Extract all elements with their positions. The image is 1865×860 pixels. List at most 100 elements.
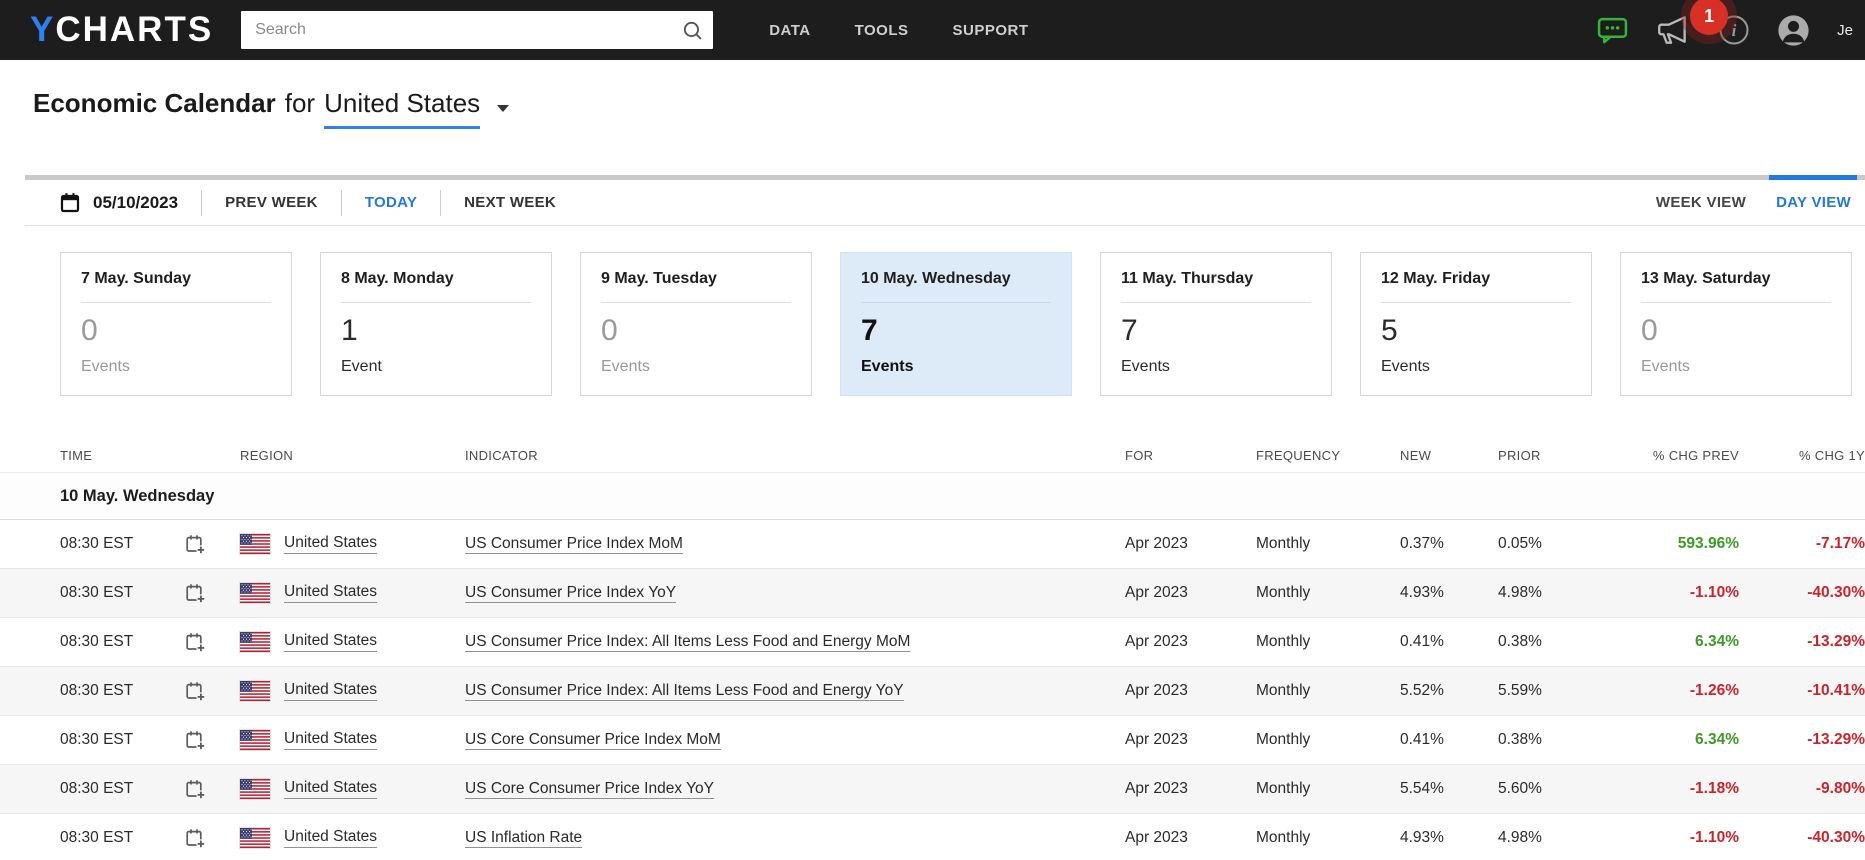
region-cell: United States (239, 778, 465, 800)
day-card[interactable]: 12 May. Friday 5 Events (1360, 252, 1592, 396)
region-link[interactable]: United States (284, 828, 378, 848)
events-table: TIME REGION INDICATOR FOR FREQUENCY NEW … (0, 438, 1865, 860)
new-cell: 0.37% (1400, 535, 1444, 552)
page-title-connector: for (284, 88, 316, 118)
indicator-link[interactable]: US Consumer Price Index MoM (465, 535, 683, 554)
add-to-calendar-icon[interactable] (185, 534, 240, 555)
event-time: 08:30 EST (60, 584, 134, 601)
day-card[interactable]: 13 May. Saturday 0 Events (1620, 252, 1852, 396)
nav-links: DATA TOOLS SUPPORT (769, 22, 1028, 39)
week-view-button[interactable]: WEEK VIEW (1656, 194, 1746, 211)
col-header-chg-prev: % CHG PREV (1652, 447, 1739, 463)
avatar[interactable] (1777, 14, 1810, 47)
day-view-active-indicator (1769, 175, 1857, 180)
day-card-label: Events (1121, 357, 1170, 375)
table-row: 08:30 EST United States US Consumer Pric… (0, 667, 1865, 716)
prior-cell: 5.59% (1498, 682, 1542, 699)
date-picker[interactable]: 05/10/2023 (93, 193, 178, 213)
day-card[interactable]: 7 May. Sunday 0 Events (60, 252, 292, 396)
region-link[interactable]: United States (284, 632, 378, 652)
region-link[interactable]: United States (284, 583, 378, 603)
indicator-link[interactable]: US Core Consumer Price Index MoM (465, 731, 721, 750)
col-header-time: TIME (60, 447, 93, 463)
table-row: 08:30 EST United States US Consumer Pric… (0, 520, 1865, 569)
toolbar-divider (440, 189, 442, 216)
day-card[interactable]: 10 May. Wednesday 7 Events (840, 252, 1072, 396)
region-link[interactable]: United States (284, 681, 378, 701)
prev-week-button[interactable]: PREV WEEK (225, 194, 318, 211)
date-group-row: 10 May. Wednesday (0, 473, 1865, 520)
search-icon[interactable] (682, 20, 703, 41)
region-cell: United States (239, 533, 465, 555)
indicator-link[interactable]: US Core Consumer Price Index YoY (465, 780, 714, 799)
add-to-calendar-icon[interactable] (185, 779, 240, 800)
indicator-link[interactable]: US Inflation Rate (465, 829, 583, 848)
for-cell: Apr 2023 (1125, 633, 1188, 650)
day-cards: 7 May. Sunday 0 Events 8 May. Monday 1 E… (60, 252, 1852, 396)
col-header-indicator: INDICATOR (465, 447, 539, 463)
new-cell: 5.52% (1400, 682, 1444, 699)
event-time: 08:30 EST (60, 633, 134, 650)
day-card-title: 7 May. Sunday (81, 270, 191, 287)
search-input[interactable] (255, 21, 683, 39)
nav-right-icons: i 1 Je (1597, 0, 1855, 47)
nav-link-data[interactable]: DATA (769, 22, 810, 39)
today-button[interactable]: TODAY (365, 194, 417, 211)
add-to-calendar-icon[interactable] (185, 681, 240, 702)
col-header-frequency: FREQUENCY (1256, 447, 1341, 463)
region-selector[interactable]: United States (324, 88, 481, 129)
nav-link-tools[interactable]: TOOLS (855, 22, 909, 39)
day-view-button[interactable]: DAY VIEW (1776, 194, 1851, 211)
toolbar-right: WEEK VIEW DAY VIEW (1656, 194, 1865, 211)
chevron-down-icon[interactable] (497, 105, 510, 112)
nav-link-support[interactable]: SUPPORT (953, 22, 1029, 39)
chat-icon[interactable] (1597, 17, 1628, 44)
chg-1y-cell: -7.17% (1815, 535, 1865, 552)
region-cell: United States (239, 680, 465, 702)
col-header-prior: PRIOR (1498, 447, 1541, 463)
add-to-calendar-icon[interactable] (185, 828, 240, 849)
add-to-calendar-icon[interactable] (185, 730, 240, 751)
indicator-link[interactable]: US Consumer Price Index: All Items Less … (465, 682, 904, 701)
chg-prev-cell: 593.96% (1677, 535, 1739, 552)
day-card-title: 9 May. Tuesday (601, 270, 717, 287)
chg-1y-cell: -10.41% (1807, 682, 1865, 699)
event-time: 08:30 EST (60, 731, 134, 748)
region-link[interactable]: United States (284, 534, 378, 554)
region-link[interactable]: United States (284, 730, 378, 750)
event-time: 08:30 EST (60, 535, 134, 552)
search-box[interactable] (241, 11, 714, 49)
indicator-link[interactable]: US Consumer Price Index YoY (465, 584, 677, 603)
chg-prev-cell: -1.10% (1689, 829, 1739, 846)
add-to-calendar-icon[interactable] (185, 632, 240, 653)
for-cell: Apr 2023 (1125, 731, 1188, 748)
megaphone-icon[interactable] (1655, 14, 1691, 46)
day-card-title: 10 May. Wednesday (861, 270, 1011, 287)
info-icon[interactable]: i 1 (1690, 0, 1750, 46)
day-card-count: 0 (601, 314, 618, 347)
day-card[interactable]: 8 May. Monday 1 Event (320, 252, 552, 396)
region-link[interactable]: United States (284, 779, 378, 799)
day-card[interactable]: 11 May. Thursday 7 Events (1100, 252, 1332, 396)
frequency-cell: Monthly (1256, 633, 1311, 650)
new-cell: 5.54% (1400, 780, 1444, 797)
frequency-cell: Monthly (1256, 535, 1311, 552)
ycharts-logo[interactable]: YCHARTS (30, 0, 213, 60)
indicator-link[interactable]: US Consumer Price Index: All Items Less … (465, 633, 911, 652)
us-flag-icon (239, 827, 271, 849)
username[interactable]: Je (1837, 22, 1853, 39)
table-row: 08:30 EST United States US Core Consumer… (0, 765, 1865, 814)
calendar-toolbar: 05/10/2023 PREV WEEK TODAY NEXT WEEK WEE… (25, 175, 1865, 226)
add-to-calendar-icon[interactable] (185, 583, 240, 604)
day-card-divider (861, 302, 1051, 303)
day-card-count: 0 (81, 314, 98, 347)
next-week-button[interactable]: NEXT WEEK (464, 194, 556, 211)
chg-1y-cell: -40.30% (1807, 584, 1865, 601)
calendar-icon[interactable] (59, 192, 81, 214)
col-header-new: NEW (1400, 447, 1432, 463)
day-card[interactable]: 9 May. Tuesday 0 Events (580, 252, 812, 396)
toolbar-divider (340, 189, 342, 216)
us-flag-icon (239, 680, 271, 702)
day-card-label: Events (861, 357, 914, 375)
chg-1y-cell: -13.29% (1807, 731, 1865, 748)
